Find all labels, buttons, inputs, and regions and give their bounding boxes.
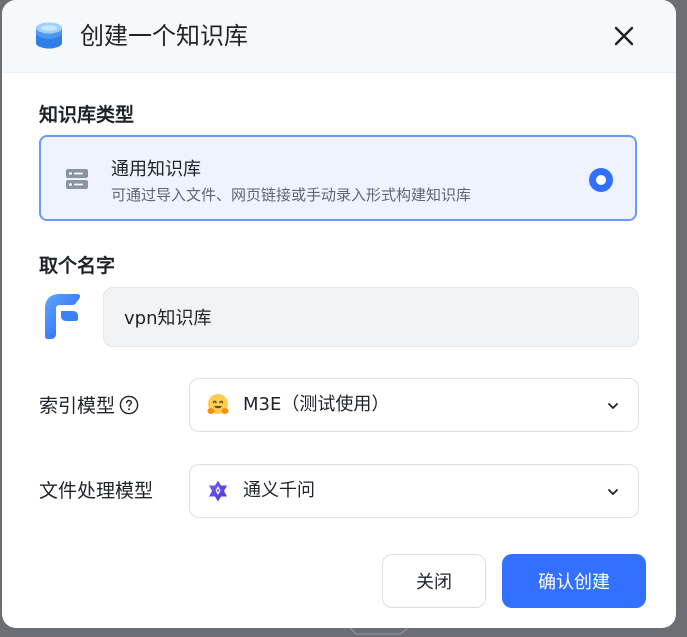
- server-icon: [66, 169, 88, 189]
- hugging-face-emoji-icon: [207, 394, 229, 414]
- file-model-value: 通义千问: [243, 480, 315, 501]
- chevron-down-icon: [608, 489, 618, 495]
- index-model-label-row: 索引模型: [39, 392, 139, 420]
- kb-type-label: 知识库类型: [39, 104, 135, 126]
- name-label: 取个名字: [39, 255, 116, 277]
- index-model-value: M3E（测试使用）: [243, 394, 390, 415]
- kb-type-option-general[interactable]: 通用知识库 可通过导入文件、网页链接或手动录入形式构建知识库: [39, 135, 637, 221]
- kb-type-radio[interactable]: [589, 168, 613, 192]
- question-circle-icon[interactable]: [119, 395, 139, 415]
- file-model-select[interactable]: 通义千问: [189, 464, 639, 518]
- database-stack-icon: [36, 22, 62, 49]
- qwen-logo-icon: [209, 480, 227, 502]
- index-model-label: 索引模型: [39, 395, 116, 417]
- create-knowledge-base-dialog: 创建一个知识库 知识库类型 通用知识库 可通过导入文件、网页链接或手动录入形式构…: [2, 0, 676, 628]
- file-model-label: 文件处理模型: [39, 480, 154, 502]
- chevron-down-icon: [608, 403, 618, 409]
- index-model-select[interactable]: M3E（测试使用）: [189, 378, 639, 432]
- kb-name-input[interactable]: [103, 287, 639, 347]
- close-icon[interactable]: [610, 22, 638, 50]
- close-button[interactable]: 关闭: [382, 554, 486, 608]
- knowledge-base-logo-icon[interactable]: [43, 292, 83, 340]
- dialog-title: 创建一个知识库: [80, 22, 248, 50]
- dialog-header: 创建一个知识库: [2, 0, 676, 73]
- kb-type-description: 可通过导入文件、网页链接或手动录入形式构建知识库: [111, 186, 472, 204]
- kb-type-title: 通用知识库: [111, 159, 201, 180]
- backdrop-divider: [349, 628, 409, 635]
- confirm-create-button[interactable]: 确认创建: [502, 554, 646, 608]
